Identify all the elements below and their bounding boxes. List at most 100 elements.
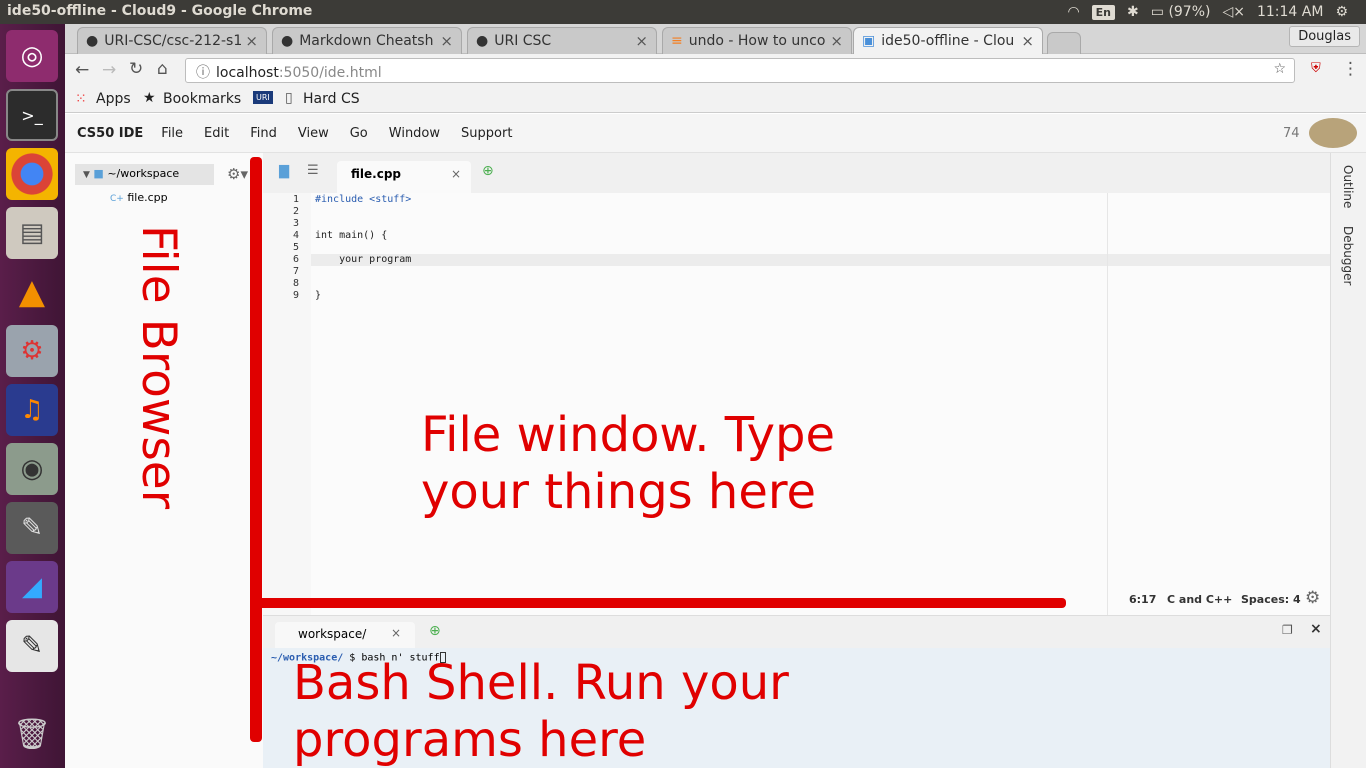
unknown-app-icon[interactable]: ◢ — [6, 561, 58, 613]
outline-tab[interactable]: Outline — [1341, 165, 1355, 208]
line-number: 5 — [292, 242, 299, 253]
browser-tab[interactable]: ≡ undo - How to unco × — [662, 27, 852, 54]
menu-support[interactable]: Support — [461, 126, 512, 141]
line-number: 7 — [292, 266, 299, 277]
forward-icon[interactable]: → — [102, 60, 116, 80]
print-margin — [1107, 193, 1108, 615]
cursor-position[interactable]: 6:17 — [1129, 593, 1156, 606]
address-bar[interactable]: ⓘ localhost:5050/ide.html ☆ — [185, 58, 1295, 83]
clock[interactable]: 11:14 AM — [1257, 4, 1323, 20]
trash-icon[interactable]: 🗑 — [6, 708, 58, 760]
close-tab-icon[interactable]: × — [391, 626, 401, 640]
gimp-app-icon[interactable]: ✎ — [6, 502, 58, 554]
files-app-icon[interactable]: ▤ — [6, 207, 58, 259]
browser-tab[interactable]: ● Markdown Cheatsh × — [272, 27, 462, 54]
expand-arrow-icon[interactable]: ▼ — [83, 170, 90, 180]
language-mode[interactable]: C and C++ — [1167, 593, 1232, 606]
chrome-app-icon[interactable] — [6, 148, 58, 200]
annotation-bash-2: programs here — [293, 712, 647, 768]
battery-indicator[interactable]: ▭ (97%) — [1151, 4, 1211, 20]
bluetooth-icon[interactable]: ✱ — [1127, 4, 1139, 20]
reload-icon[interactable]: ↻ — [129, 59, 143, 79]
terminal-tab[interactable]: workspace/ × — [275, 622, 415, 648]
browser-tab[interactable]: ● URI-CSC/csc-212-s1 × — [77, 27, 267, 54]
ubuntu-dash-icon[interactable]: ◎ — [6, 30, 58, 82]
editor-tab-file[interactable]: file.cpp × — [337, 161, 471, 193]
close-panel-icon[interactable]: × — [1310, 621, 1322, 637]
annotation-horizontal-line — [256, 598, 1066, 608]
browser-tab[interactable]: ● URI CSC × — [467, 27, 657, 54]
close-tab-icon[interactable]: × — [1021, 32, 1034, 50]
github-icon: ● — [86, 33, 99, 49]
annotation-vertical-line — [250, 157, 262, 742]
close-tab-icon[interactable]: × — [635, 32, 648, 50]
debugger-tab[interactable]: Debugger — [1341, 226, 1355, 285]
window-title: ide50-offline - Cloud9 - Google Chrome — [7, 3, 313, 19]
browser-tab-active[interactable]: ▣ ide50-offline - Clou × — [853, 27, 1043, 54]
menu-go[interactable]: Go — [350, 126, 368, 141]
system-settings-icon[interactable]: ⚙ — [6, 325, 58, 377]
line-gutter: 1 2 3 4 5 6 7 8 9 — [263, 193, 311, 615]
settings-gear-icon[interactable]: ⚙ — [1305, 588, 1320, 608]
menu-file[interactable]: File — [161, 126, 183, 141]
counter: 74 — [1283, 126, 1300, 141]
github-icon: ● — [281, 33, 294, 49]
annotation-file-browser: File Browser — [131, 225, 186, 510]
browser-tab-strip: ● URI-CSC/csc-212-s1 × ● Markdown Cheats… — [65, 24, 1366, 54]
volume-icon[interactable]: ◁× — [1222, 4, 1245, 20]
add-tab-icon[interactable]: ⊕ — [482, 163, 494, 179]
menu-find[interactable]: Find — [250, 126, 277, 141]
text-editor-app-icon[interactable]: ✎ — [6, 620, 58, 672]
home-icon[interactable]: ⌂ — [157, 59, 168, 79]
editor-tab-strip: ▇ ☰ file.cpp × ⊕ — [263, 153, 1330, 193]
tree-root[interactable]: ▼ ■ ~/workspace — [75, 164, 214, 185]
add-terminal-icon[interactable]: ⊕ — [429, 623, 441, 639]
menu-view[interactable]: View — [298, 126, 329, 141]
settings-gear-icon[interactable]: ⚙ — [1335, 4, 1348, 20]
wifi-icon[interactable]: ◠ — [1067, 4, 1079, 20]
settings-gear-icon[interactable]: ⚙▾ — [227, 165, 248, 183]
new-tab-button[interactable] — [1047, 32, 1081, 54]
bookmark-star-icon[interactable]: ☆ — [1273, 61, 1286, 77]
code-editor[interactable]: #include <stuff> int main() { your progr… — [311, 193, 1330, 615]
audacity-app-icon[interactable]: ♫ — [6, 384, 58, 436]
close-tab-icon[interactable]: × — [245, 32, 258, 50]
maximize-icon[interactable]: ❐ — [1282, 623, 1293, 637]
bookmark-bookmarks[interactable]: Bookmarks — [163, 91, 241, 107]
profile-button[interactable]: Douglas — [1289, 26, 1360, 47]
url-host: localhost — [216, 65, 279, 81]
close-tab-icon[interactable]: × — [830, 32, 843, 50]
line-number: 6 — [292, 254, 299, 265]
disks-app-icon[interactable]: ◉ — [6, 443, 58, 495]
menu-edit[interactable]: Edit — [204, 126, 229, 141]
folder-toggle-icon[interactable]: ▇ — [279, 164, 289, 179]
annotation-bash-1: Bash Shell. Run your — [293, 655, 789, 711]
bookmark-apps[interactable]: Apps — [96, 91, 131, 107]
extension-icon[interactable]: ⛨ — [1311, 61, 1321, 76]
info-icon[interactable]: ⓘ — [196, 65, 210, 81]
cpp-file-icon: C+ — [110, 194, 124, 204]
star-icon: ★ — [143, 90, 156, 106]
annotation-file-window-1: File window. Type — [421, 407, 836, 463]
line-number: 3 — [292, 218, 299, 229]
chrome-menu-icon[interactable]: ⋮ — [1342, 59, 1359, 79]
github-icon: ● — [476, 33, 489, 49]
system-top-bar: ide50-offline - Cloud9 - Google Chrome ◠… — [0, 0, 1366, 24]
code-line: your program — [315, 254, 412, 265]
close-tab-icon[interactable]: × — [440, 32, 453, 50]
uri-cs-icon[interactable]: URI — [253, 91, 273, 104]
tree-file-label: file.cpp — [127, 191, 168, 204]
indent-setting[interactable]: Spaces: 4 — [1241, 593, 1301, 606]
vlc-app-icon[interactable]: ▲ — [6, 266, 58, 318]
terminal-app-icon[interactable]: >_ — [6, 89, 58, 141]
menu-window[interactable]: Window — [389, 126, 440, 141]
back-icon[interactable]: ← — [75, 60, 89, 80]
bookmark-hard-cs[interactable]: Hard CS — [303, 91, 360, 107]
avatar[interactable] — [1309, 118, 1357, 148]
tree-toggle-icon[interactable]: ☰ — [307, 163, 319, 178]
tree-file[interactable]: C+ file.cpp — [110, 191, 168, 204]
tab-label: URI-CSC/csc-212-s1 — [104, 33, 243, 49]
close-tab-icon[interactable]: × — [451, 167, 461, 181]
keyboard-layout-indicator[interactable]: En — [1091, 4, 1116, 20]
line-number: 4 — [292, 230, 299, 241]
